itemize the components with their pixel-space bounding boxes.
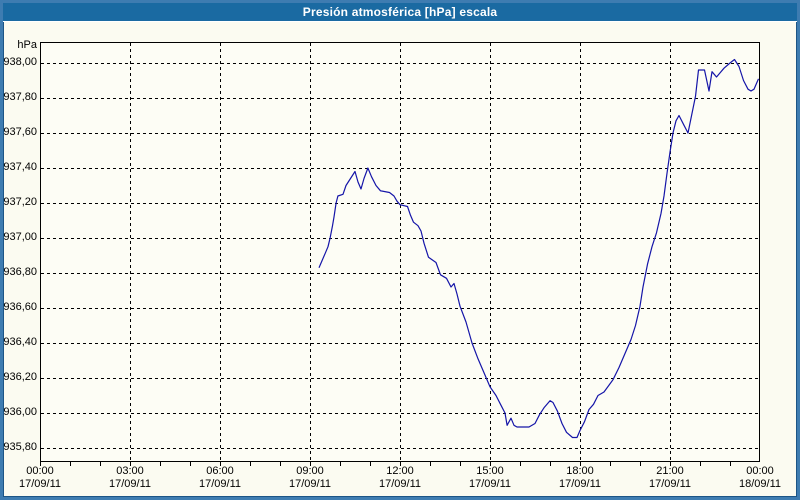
- x-tick-date: 18/09/11: [738, 478, 781, 490]
- x-axis-tick-label: 03:00 17/09/11: [95, 465, 165, 491]
- x-tick-date: 17/09/11: [18, 478, 61, 490]
- x-axis-tick-label: 09:00 17/09/11: [275, 465, 345, 491]
- y-axis-tick-label: 936,40: [3, 336, 37, 348]
- y-axis-tick-label: 936,20: [3, 371, 37, 383]
- x-axis-tick-label: 12:00 17/09/11: [365, 465, 435, 491]
- y-axis-tick-label: 937,40: [3, 161, 37, 173]
- x-tick-date: 17/09/11: [108, 478, 151, 490]
- x-axis-tick-label: 00:00 17/09/11: [5, 465, 75, 491]
- x-axis-tick-label: 00:00 18/09/11: [725, 465, 795, 491]
- chart-title-bar: Presión atmosférica [hPa] escala: [3, 3, 797, 22]
- y-axis-tick-label: 937,20: [3, 196, 37, 208]
- x-tick-date: 17/09/11: [378, 478, 421, 490]
- pressure-line-chart: [40, 42, 760, 466]
- x-tick-date: 17/09/11: [198, 478, 241, 490]
- y-axis-tick-label: 937,60: [3, 126, 37, 138]
- x-axis-tick-label: 18:00 17/09/11: [545, 465, 615, 491]
- y-axis-tick-label: 937,00: [3, 231, 37, 243]
- y-axis-tick-label: 936,60: [3, 301, 37, 313]
- y-axis-unit-label: hPa: [17, 39, 37, 51]
- x-axis-tick-label: 21:00 17/09/11: [635, 465, 705, 491]
- x-tick-date: 17/09/11: [648, 478, 691, 490]
- x-tick-date: 17/09/11: [288, 478, 331, 490]
- y-axis-tick-label: 935,80: [3, 441, 37, 453]
- x-axis-tick-label: 15:00 17/09/11: [455, 465, 525, 491]
- y-axis-tick-label: 938,00: [3, 56, 37, 68]
- y-axis-tick-label: 936,00: [3, 406, 37, 418]
- chart-window: Presión atmosférica [hPa] escala hPa 938…: [0, 0, 800, 500]
- x-tick-date: 17/09/11: [468, 478, 511, 490]
- chart-title: Presión atmosférica [hPa] escala: [302, 5, 498, 19]
- x-tick-date: 17/09/11: [558, 478, 601, 490]
- x-axis-tick-label: 06:00 17/09/11: [185, 465, 255, 491]
- y-axis-tick-label: 937,80: [3, 91, 37, 103]
- y-axis-tick-label: 936,80: [3, 266, 37, 278]
